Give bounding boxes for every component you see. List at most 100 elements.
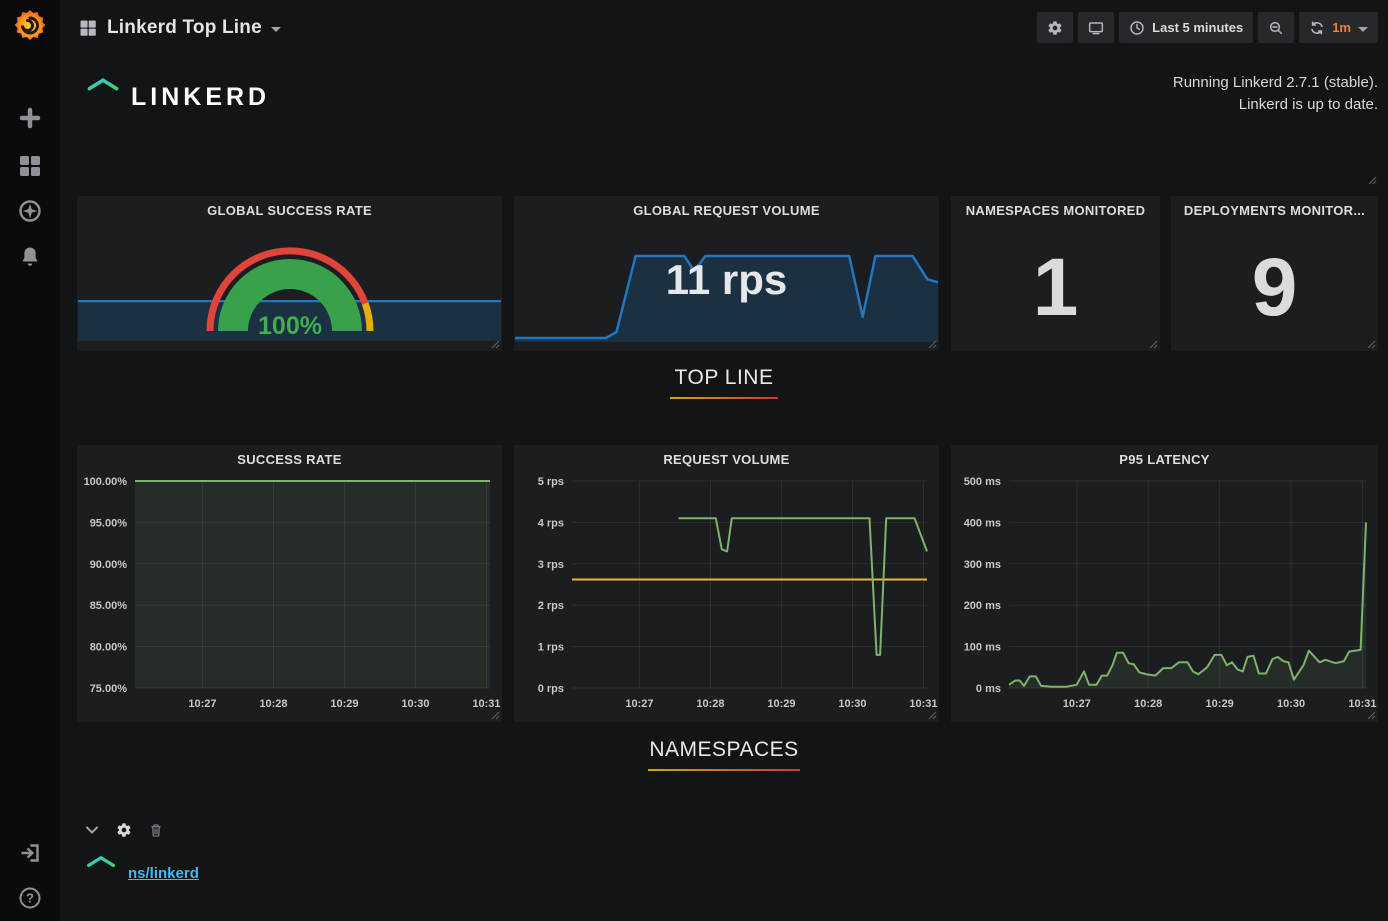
section-top-line: TOP LINE bbox=[60, 366, 1388, 399]
success-rate-chart[interactable]: 100.00% 95.00% 90.00% 85.00% 80.00% 75.00% 10:… bbox=[77, 471, 502, 718]
panel-request-volume: REQUEST VOLUME 5 rps 4 rps 3 rps 2 rps 1 rps… bbox=[514, 445, 939, 722]
svg-text:100.00%: 100.00% bbox=[84, 476, 128, 488]
create-plus-icon[interactable] bbox=[18, 106, 42, 130]
request-volume-chart[interactable]: 5 rps 4 rps 3 rps 2 rps 1 rps 0 rps 10:27 10:28… bbox=[514, 471, 939, 718]
svg-text:10:27: 10:27 bbox=[625, 698, 653, 710]
panel-success-rate: SUCCESS RATE 100.00% 95.00% 90.00% 85.00% 80… bbox=[77, 445, 502, 722]
chevron-down-icon[interactable] bbox=[84, 822, 100, 838]
panel-namespaces-monitored: NAMESPACES MONITORED 1 bbox=[951, 196, 1160, 351]
sign-in-icon[interactable] bbox=[18, 841, 42, 865]
panel-edit-controls bbox=[84, 822, 164, 838]
linkerd-status-text: Running Linkerd 2.7.1 (stable). Linkerd … bbox=[1173, 72, 1378, 116]
cycle-view-button[interactable] bbox=[1078, 12, 1114, 43]
gauge-value: 100% bbox=[258, 312, 322, 338]
svg-text:85.00%: 85.00% bbox=[90, 600, 128, 612]
settings-button[interactable] bbox=[1037, 12, 1073, 43]
panel-title[interactable]: NAMESPACES MONITORED bbox=[951, 196, 1160, 218]
resize-handle[interactable] bbox=[928, 711, 937, 720]
svg-text:100 ms: 100 ms bbox=[964, 642, 1001, 654]
svg-text:80.00%: 80.00% bbox=[90, 642, 128, 654]
svg-text:10:31: 10:31 bbox=[472, 698, 500, 710]
status-line-1: Running Linkerd 2.7.1 (stable). bbox=[1173, 72, 1378, 94]
svg-text:200 ms: 200 ms bbox=[964, 600, 1001, 612]
svg-text:500 ms: 500 ms bbox=[964, 476, 1001, 488]
stat-value: 1 bbox=[951, 240, 1160, 335]
caret-down-icon bbox=[271, 27, 281, 32]
svg-text:10:31: 10:31 bbox=[909, 698, 937, 710]
section-underline bbox=[670, 397, 778, 399]
dashboard-title-menu[interactable]: Linkerd Top Line bbox=[78, 17, 281, 39]
brand-text: LINKERD bbox=[131, 83, 270, 112]
svg-text:10:27: 10:27 bbox=[188, 698, 216, 710]
resize-handle[interactable] bbox=[928, 340, 937, 349]
svg-text:10:29: 10:29 bbox=[330, 698, 358, 710]
svg-text:10:30: 10:30 bbox=[401, 698, 429, 710]
section-underline bbox=[648, 769, 800, 771]
trash-icon[interactable] bbox=[148, 822, 164, 838]
svg-text:10:29: 10:29 bbox=[1206, 698, 1234, 710]
panel-global-request-volume: GLOBAL REQUEST VOLUME 11 rps bbox=[514, 196, 939, 351]
svg-text:10:31: 10:31 bbox=[1348, 698, 1376, 710]
sidebar: ? bbox=[0, 0, 60, 921]
grafana-logo[interactable] bbox=[11, 7, 49, 45]
svg-text:10:28: 10:28 bbox=[696, 698, 724, 710]
dashboard-grid-icon bbox=[78, 18, 98, 38]
svg-text:0 ms: 0 ms bbox=[976, 683, 1001, 695]
svg-text:3 rps: 3 rps bbox=[538, 559, 564, 571]
svg-text:1 rps: 1 rps bbox=[538, 642, 564, 654]
panel-title[interactable]: GLOBAL SUCCESS RATE bbox=[77, 196, 502, 218]
tv-monitor-icon bbox=[1088, 20, 1104, 36]
refresh-button[interactable]: 1m bbox=[1299, 12, 1378, 43]
time-range-button[interactable]: Last 5 minutes bbox=[1119, 12, 1253, 43]
resize-handle[interactable] bbox=[1367, 340, 1376, 349]
namespace-link[interactable]: ns/linkerd bbox=[128, 865, 199, 882]
help-icon[interactable]: ? bbox=[18, 886, 42, 910]
panel-title[interactable]: REQUEST VOLUME bbox=[514, 445, 939, 467]
linkerd-logo-icon bbox=[82, 74, 124, 120]
zoom-out-icon bbox=[1268, 20, 1284, 36]
panel-p95-latency: P95 LATENCY 500 ms400 ms300 ms200 ms100 … bbox=[951, 445, 1378, 722]
svg-text:4 rps: 4 rps bbox=[538, 517, 564, 529]
clock-icon bbox=[1129, 20, 1145, 36]
explore-compass-icon[interactable] bbox=[18, 199, 42, 223]
refresh-interval-label: 1m bbox=[1332, 20, 1351, 35]
svg-text:95.00%: 95.00% bbox=[90, 517, 128, 529]
panel-title[interactable]: SUCCESS RATE bbox=[77, 445, 502, 467]
section-namespaces: NAMESPACES bbox=[60, 738, 1388, 771]
resize-handle[interactable] bbox=[1149, 340, 1158, 349]
svg-text:?: ? bbox=[26, 891, 34, 906]
stat-value: 11 rps bbox=[514, 256, 939, 304]
panel-title[interactable]: GLOBAL REQUEST VOLUME bbox=[514, 196, 939, 218]
svg-text:75.00%: 75.00% bbox=[90, 683, 128, 695]
panel-global-success-rate: GLOBAL SUCCESS RATE 100% bbox=[77, 196, 502, 351]
zoom-out-button[interactable] bbox=[1258, 12, 1294, 43]
svg-text:0 rps: 0 rps bbox=[538, 683, 564, 695]
svg-text:5 rps: 5 rps bbox=[538, 476, 564, 488]
panel-title[interactable]: DEPLOYMENTS MONITOR... bbox=[1171, 196, 1378, 218]
panel-title[interactable]: P95 LATENCY bbox=[951, 445, 1378, 467]
p95-latency-chart[interactable]: 500 ms400 ms300 ms200 ms100 ms0 ms10:271… bbox=[951, 471, 1378, 718]
dashboard-main: Linkerd Top Line Last 5 minutes bbox=[60, 0, 1388, 921]
resize-handle[interactable] bbox=[491, 711, 500, 720]
success-rate-gauge: 100% bbox=[185, 226, 395, 343]
gear-icon[interactable] bbox=[116, 822, 132, 838]
refresh-icon bbox=[1309, 20, 1325, 36]
svg-text:10:29: 10:29 bbox=[767, 698, 795, 710]
namespace-panel: ns/linkerd bbox=[82, 852, 199, 894]
svg-text:10:27: 10:27 bbox=[1063, 698, 1091, 710]
alerting-bell-icon[interactable] bbox=[18, 245, 42, 269]
svg-text:10:28: 10:28 bbox=[1134, 698, 1162, 710]
svg-text:300 ms: 300 ms bbox=[964, 559, 1001, 571]
svg-text:10:30: 10:30 bbox=[838, 698, 866, 710]
linkerd-brand: LINKERD bbox=[82, 74, 270, 120]
resize-handle[interactable] bbox=[491, 340, 500, 349]
linkerd-logo-icon bbox=[82, 852, 120, 894]
resize-handle[interactable] bbox=[1368, 172, 1377, 190]
section-title: NAMESPACES bbox=[60, 738, 1388, 762]
svg-text:2 rps: 2 rps bbox=[538, 600, 564, 612]
svg-text:90.00%: 90.00% bbox=[90, 559, 128, 571]
gauge-threshold-orange bbox=[365, 304, 370, 331]
top-navbar: Linkerd Top Line Last 5 minutes bbox=[60, 0, 1388, 56]
resize-handle[interactable] bbox=[1367, 711, 1376, 720]
dashboards-grid-icon[interactable] bbox=[18, 154, 42, 178]
